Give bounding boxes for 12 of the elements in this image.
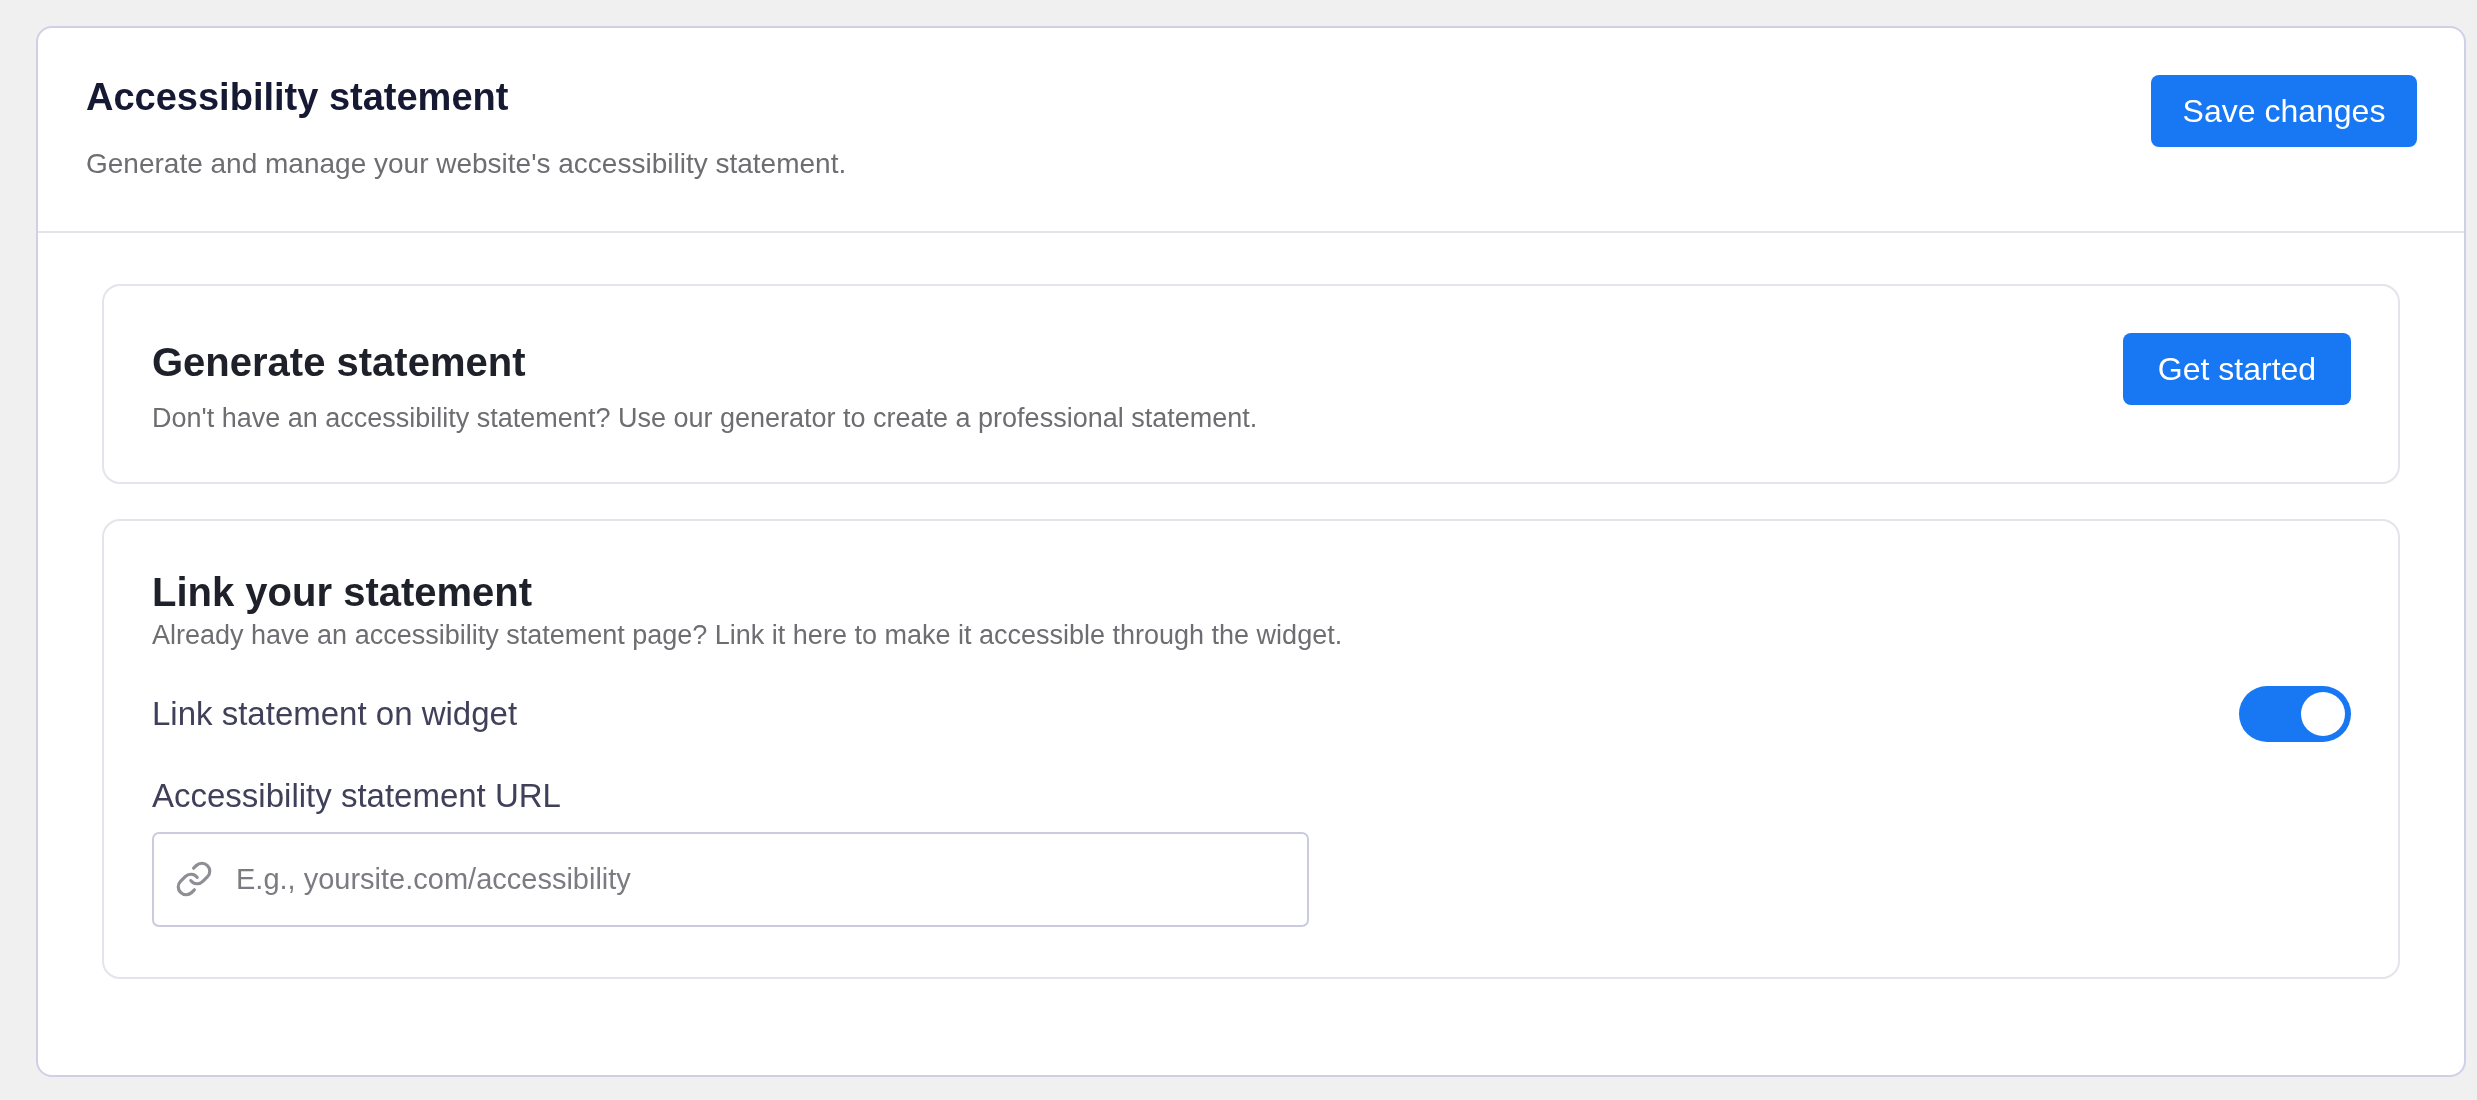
url-input-field[interactable]: E.g., yoursite.com/accessibility (152, 832, 1309, 927)
section-title: Link your statement (152, 569, 534, 616)
field-label: Accessibility statement URL (152, 776, 562, 817)
toggle-label: Link statement on widget (152, 693, 518, 734)
save-changes-button[interactable]: Save changes (2151, 75, 2417, 147)
section-description: Don't have an accessibility statement? Use our generator to create a professional statement. (152, 402, 1258, 435)
get-started-button[interactable]: Get started (2123, 333, 2351, 405)
page-title: Accessibility statement (86, 75, 510, 120)
page-subtitle: Generate and manage your website's accessibility statement. (86, 146, 847, 181)
section-description: Already have an accessibility statement page? Link it here to make it accessible through the widget. (152, 619, 1344, 652)
section-title: Generate statement (152, 339, 527, 386)
link-icon (175, 860, 213, 898)
